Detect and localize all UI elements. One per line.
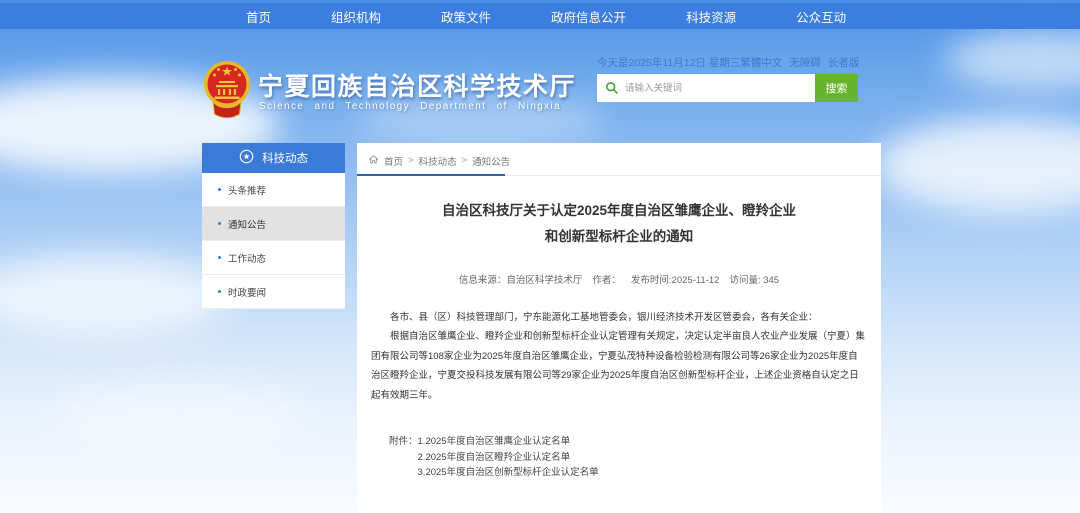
meta-source: 信息来源：自治区科学技术厅 xyxy=(459,272,583,286)
article-paragraph: 各市、县（区）科技管理部门，宁东能源化工基地管委会，银川经济技术开发区管委会，各… xyxy=(371,308,867,327)
header-top-row: 今天是2025年11月12日 星期三 繁體中文 无障碍 长者版 xyxy=(597,55,859,70)
cloud xyxy=(945,30,1080,90)
article-paragraph: 根据自治区雏鹰企业、瞪羚企业和创新型标杆企业认定管理有关规定，决定认定半亩良人农… xyxy=(371,327,867,405)
sidebar-title: 科技动态 xyxy=(262,150,308,166)
sidebar-item-label: 头条推荐 xyxy=(228,183,266,197)
breadcrumb-separator: > xyxy=(408,155,414,166)
star-circle-icon xyxy=(239,149,254,167)
breadcrumb-home[interactable]: 首页 xyxy=(384,154,403,168)
article-body: 各市、县（区）科技管理部门，宁东能源化工基地管委会，银川经济技术开发区管委会，各… xyxy=(371,308,867,405)
search-input[interactable] xyxy=(597,74,815,102)
bullet-icon xyxy=(218,222,221,225)
sidebar-item-label: 通知公告 xyxy=(228,217,266,231)
search-button[interactable]: 搜索 xyxy=(815,74,858,102)
site-title: 宁夏回族自治区科学技术厅 xyxy=(258,67,576,103)
attachments-label: 附件： xyxy=(389,434,418,481)
nav-item-organization[interactable]: 组织机构 xyxy=(331,7,381,26)
home-icon xyxy=(368,154,379,168)
breadcrumb-separator: > xyxy=(462,155,468,166)
article-meta: 信息来源：自治区科学技术厅 作者： 发布时间:2025-11-12 访问量: 3… xyxy=(371,272,867,286)
national-emblem-logo xyxy=(202,59,252,124)
nav-item-home[interactable]: 首页 xyxy=(246,7,271,26)
sidebar-item-current-politics[interactable]: 时政要闻 xyxy=(202,275,345,309)
cloud xyxy=(55,380,305,450)
attachment-link-3[interactable]: 3.2025年度自治区创新型标杆企业认定名单 xyxy=(418,465,599,481)
article-title-line2: 和创新型标杆企业的通知 xyxy=(371,224,867,250)
meta-views: 访问量: 345 xyxy=(729,272,779,286)
nav-item-policy[interactable]: 政策文件 xyxy=(441,7,491,26)
search-bar: 搜索 xyxy=(597,74,858,102)
sidebar-item-work-updates[interactable]: 工作动态 xyxy=(202,241,345,275)
sidebar-item-notices[interactable]: 通知公告 xyxy=(202,207,345,241)
meta-author: 作者： xyxy=(592,272,621,286)
site-subtitle: Science and Technology Department of Nin… xyxy=(259,101,561,112)
breadcrumb: 首页 > 科技动态 > 通知公告 xyxy=(357,143,881,176)
link-traditional-chinese[interactable]: 繁體中文 xyxy=(740,55,782,70)
sidebar-item-headlines[interactable]: 头条推荐 xyxy=(202,173,345,207)
attachments: 附件： 1.2025年度自治区雏鹰企业认定名单 2.2025年度自治区瞪羚企业认… xyxy=(389,434,867,481)
link-elderly-version[interactable]: 长者版 xyxy=(828,55,860,70)
search-icon xyxy=(605,81,619,100)
breadcrumb-notices[interactable]: 通知公告 xyxy=(472,154,510,168)
link-accessibility[interactable]: 无障碍 xyxy=(789,55,821,70)
nav-item-sci-resources[interactable]: 科技资源 xyxy=(686,7,736,26)
article-title-line1: 自治区科技厅关于认定2025年度自治区雏鹰企业、瞪羚企业 xyxy=(371,198,867,224)
main-nav: 首页 组织机构 政策文件 政府信息公开 科技资源 公众互动 xyxy=(0,3,1080,29)
breadcrumb-sci-updates[interactable]: 科技动态 xyxy=(419,154,457,168)
cloud xyxy=(875,118,1080,213)
cloud xyxy=(0,255,230,335)
nav-item-public-interaction[interactable]: 公众互动 xyxy=(796,7,846,26)
bullet-icon xyxy=(218,290,221,293)
page: 首页 组织机构 政策文件 政府信息公开 科技资源 公众互动 宁夏回族自治区科学技… xyxy=(0,0,1080,513)
breadcrumb-accent-bar xyxy=(357,174,505,176)
sidebar-item-label: 时政要闻 xyxy=(228,285,266,299)
bullet-icon xyxy=(218,256,221,259)
nav-item-gov-info[interactable]: 政府信息公开 xyxy=(551,7,626,26)
meta-publish-date: 发布时间:2025-11-12 xyxy=(631,272,720,286)
article: 自治区科技厅关于认定2025年度自治区雏鹰企业、瞪羚企业 和创新型标杆企业的通知… xyxy=(357,198,881,481)
sidebar: 科技动态 头条推荐 通知公告 工作动态 时政要闻 xyxy=(202,143,345,309)
today-date: 今天是2025年11月12日 星期三 xyxy=(597,55,740,70)
sidebar-header: 科技动态 xyxy=(202,143,345,173)
attachment-link-2[interactable]: 2.2025年度自治区瞪羚企业认定名单 xyxy=(418,450,599,466)
sidebar-item-label: 工作动态 xyxy=(228,251,266,265)
article-title: 自治区科技厅关于认定2025年度自治区雏鹰企业、瞪羚企业 和创新型标杆企业的通知 xyxy=(371,198,867,251)
attachment-link-1[interactable]: 1.2025年度自治区雏鹰企业认定名单 xyxy=(418,434,599,450)
bullet-icon xyxy=(218,188,221,191)
content-panel: 首页 > 科技动态 > 通知公告 自治区科技厅关于认定2025年度自治区雏鹰企业… xyxy=(357,143,881,513)
